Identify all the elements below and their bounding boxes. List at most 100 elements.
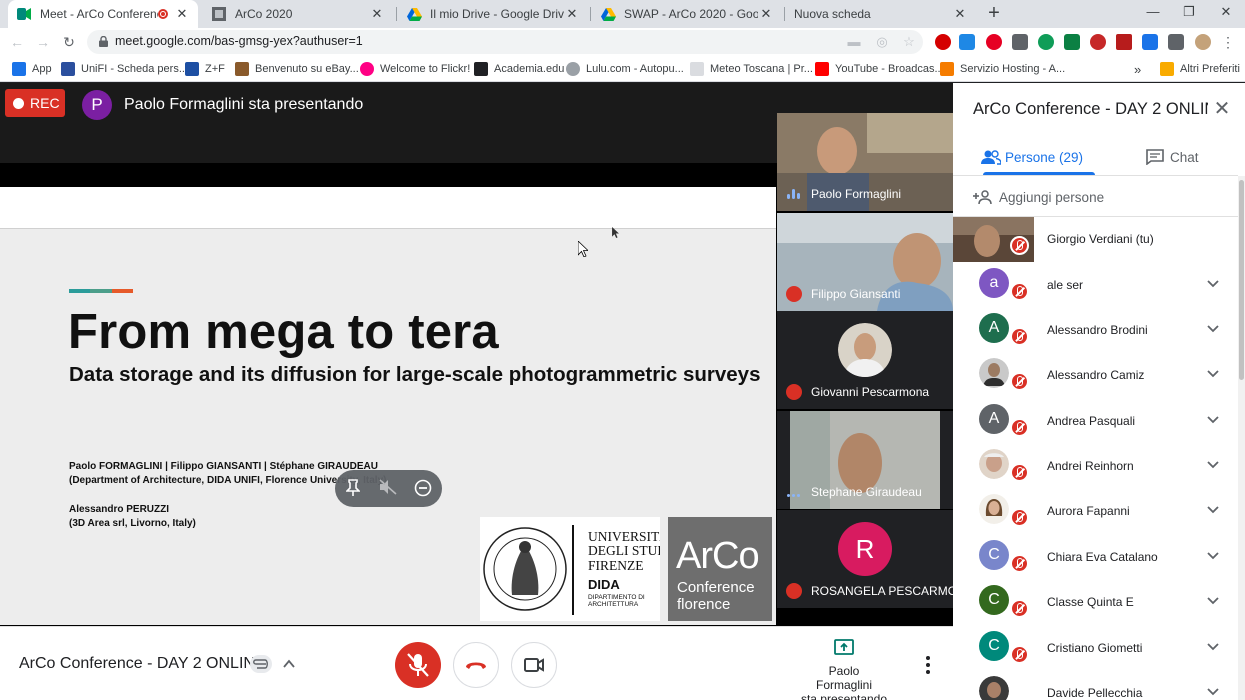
extension-new-icon[interactable] [959, 34, 975, 50]
participant-row[interactable]: C Chiara Eva Catalano [953, 535, 1238, 580]
pinterest-icon[interactable] [986, 34, 1002, 50]
slide-title: From mega to tera [68, 305, 499, 359]
chevron-up-icon[interactable] [282, 657, 296, 671]
participant-tile[interactable]: Paolo Formaglini [777, 113, 953, 211]
tab-separator [590, 7, 591, 21]
more-options-icon[interactable] [923, 655, 933, 675]
bookmark-ebay[interactable]: Benvenuto su eBay... [235, 61, 359, 77]
chevron-down-icon[interactable] [1206, 276, 1220, 290]
bookmark-zf[interactable]: Z+F [185, 61, 225, 77]
bookmark-hosting[interactable]: Servizio Hosting - A... [940, 61, 1065, 77]
participant-row[interactable]: a ale ser [953, 263, 1238, 308]
participant-row[interactable]: Giorgio Verdiani (tu) [953, 217, 1238, 262]
reload-icon[interactable]: ↻ [60, 33, 78, 51]
puzzle-icon[interactable] [1168, 34, 1184, 50]
close-panel-icon[interactable]: ✕ [1212, 99, 1232, 119]
pdf-extension-icon[interactable] [1116, 34, 1132, 50]
chevron-down-icon[interactable] [1206, 321, 1220, 335]
camera-icon[interactable]: ▬ [847, 35, 861, 49]
bookmark-apps[interactable]: App [12, 61, 52, 77]
bookmarks-overflow-button[interactable]: » [1134, 61, 1141, 77]
tab-drive[interactable]: Il mio Drive - Google Drive ✕ [398, 0, 588, 28]
recording-badge: REC [5, 89, 65, 117]
mic-off-icon [1010, 418, 1029, 437]
kebab-menu-icon[interactable]: ⋮ [1219, 33, 1237, 51]
bookmark-label: Altri Preferiti [1180, 63, 1240, 75]
camera-blocked-icon[interactable]: ◎ [875, 35, 889, 49]
divider [953, 175, 1238, 176]
forward-arrow-icon[interactable]: → [34, 33, 52, 51]
meeting-details-button[interactable]: ArCo Conference - DAY 2 ONLIN... [19, 655, 268, 673]
bookmark-unifi[interactable]: UniFI - Scheda pers... [61, 61, 188, 77]
participant-row[interactable]: A Andrea Pasquali [953, 399, 1238, 444]
participant-name: Giovanni Pescarmona [811, 385, 930, 399]
chevron-down-icon[interactable] [1206, 502, 1220, 516]
tab-meet[interactable]: Meet - ArCo Conference - DA ✕ [8, 0, 198, 28]
extension-icon[interactable] [935, 34, 951, 50]
arco-conference-logo: ArCo Conference florence [668, 517, 772, 621]
new-tab-button[interactable]: + [984, 3, 1004, 24]
star-icon[interactable]: ☆ [902, 35, 916, 49]
close-icon[interactable]: ✕ [174, 6, 190, 22]
scrollbar-thumb[interactable] [1239, 180, 1244, 380]
close-icon[interactable]: ✕ [564, 6, 580, 22]
logo-dida-sub: ARCHITETTURA [588, 601, 639, 608]
present-now-button[interactable]: Paolo Formaglini sta presentando [800, 639, 888, 700]
participant-tile[interactable]: Giovanni Pescarmona [777, 311, 953, 409]
participant-tile[interactable]: Filippo Giansanti [777, 213, 953, 311]
profile-avatar[interactable] [1195, 34, 1211, 50]
extension-icon[interactable] [1038, 34, 1054, 50]
panel-scrollbar[interactable] [1238, 176, 1245, 700]
mic-off-icon [407, 653, 429, 677]
attachment-icon[interactable] [250, 655, 272, 673]
remove-icon[interactable] [413, 479, 433, 499]
bookmark-lulu[interactable]: Lulu.com - Autopu... [566, 61, 684, 77]
bookmark-label: Welcome to Flickr! [380, 63, 471, 75]
speaker-muted-icon[interactable] [378, 479, 398, 499]
close-icon[interactable]: ✕ [952, 6, 968, 22]
chevron-down-icon[interactable] [1206, 412, 1220, 426]
chevron-down-icon[interactable] [1206, 684, 1220, 698]
participant-tile[interactable]: Stephane Giraudeau [777, 411, 953, 509]
participant-row[interactable]: C Classe Quinta E [953, 580, 1238, 625]
participant-row[interactable]: Aurora Fapanni [953, 489, 1238, 534]
extension-icon[interactable] [1090, 34, 1106, 50]
add-people-button[interactable]: Aggiungi persone [973, 187, 1104, 207]
minimize-icon[interactable]: — [1138, 4, 1168, 22]
participant-row[interactable]: A Alessandro Brodini [953, 308, 1238, 353]
participant-row[interactable]: C Cristiano Giometti [953, 626, 1238, 671]
participant-row[interactable]: Davide Pellecchia [953, 671, 1238, 700]
bookmark-flickr[interactable]: Welcome to Flickr! [360, 61, 470, 77]
restore-icon[interactable]: ❐ [1174, 4, 1204, 22]
chevron-down-icon[interactable] [1206, 548, 1220, 562]
camera-toggle-button[interactable] [511, 642, 557, 688]
chevron-down-icon[interactable] [1206, 366, 1220, 380]
extension-icon[interactable] [1064, 34, 1080, 50]
bookmark-meteo[interactable]: Meteo Toscana | Pr... [690, 61, 813, 77]
pin-icon[interactable] [343, 479, 363, 499]
mic-toggle-button[interactable] [395, 642, 441, 688]
address-bar[interactable]: meet.google.com/bas-gmsg-yex?authuser=1 … [87, 30, 923, 54]
chevron-down-icon[interactable] [1206, 457, 1220, 471]
bookmark-academia[interactable]: Academia.edu [474, 61, 564, 77]
extension-icon[interactable] [1142, 34, 1158, 50]
chevron-down-icon[interactable] [1206, 639, 1220, 653]
tab-new[interactable]: Nuova scheda ✕ [786, 0, 976, 28]
leave-call-button[interactable] [453, 642, 499, 688]
participant-row[interactable]: Alessandro Camiz [953, 353, 1238, 398]
participant-row[interactable]: Andrei Reinhorn [953, 444, 1238, 489]
back-arrow-icon[interactable]: ← [8, 33, 26, 51]
tab-swap[interactable]: SWAP - ArCo 2020 - Google Driv ✕ [592, 0, 782, 28]
bookmark-youtube[interactable]: YouTube - Broadcas... [815, 61, 944, 77]
bookmark-other-folder[interactable]: Altri Preferiti [1160, 61, 1240, 77]
close-icon[interactable]: ✕ [369, 6, 385, 22]
window-close-icon[interactable]: ✕ [1211, 4, 1241, 22]
tab-chat[interactable]: Chat [1146, 139, 1199, 175]
tab-people[interactable]: Persone (29) [981, 139, 1083, 175]
extension-icon[interactable] [1012, 34, 1028, 50]
participant-tile[interactable]: R ROSANGELA PESCARMO... [777, 510, 953, 608]
youtube-icon [815, 62, 829, 76]
tab-arco[interactable]: ArCo 2020 ✕ [203, 0, 393, 28]
close-icon[interactable]: ✕ [758, 6, 774, 22]
chevron-down-icon[interactable] [1206, 593, 1220, 607]
